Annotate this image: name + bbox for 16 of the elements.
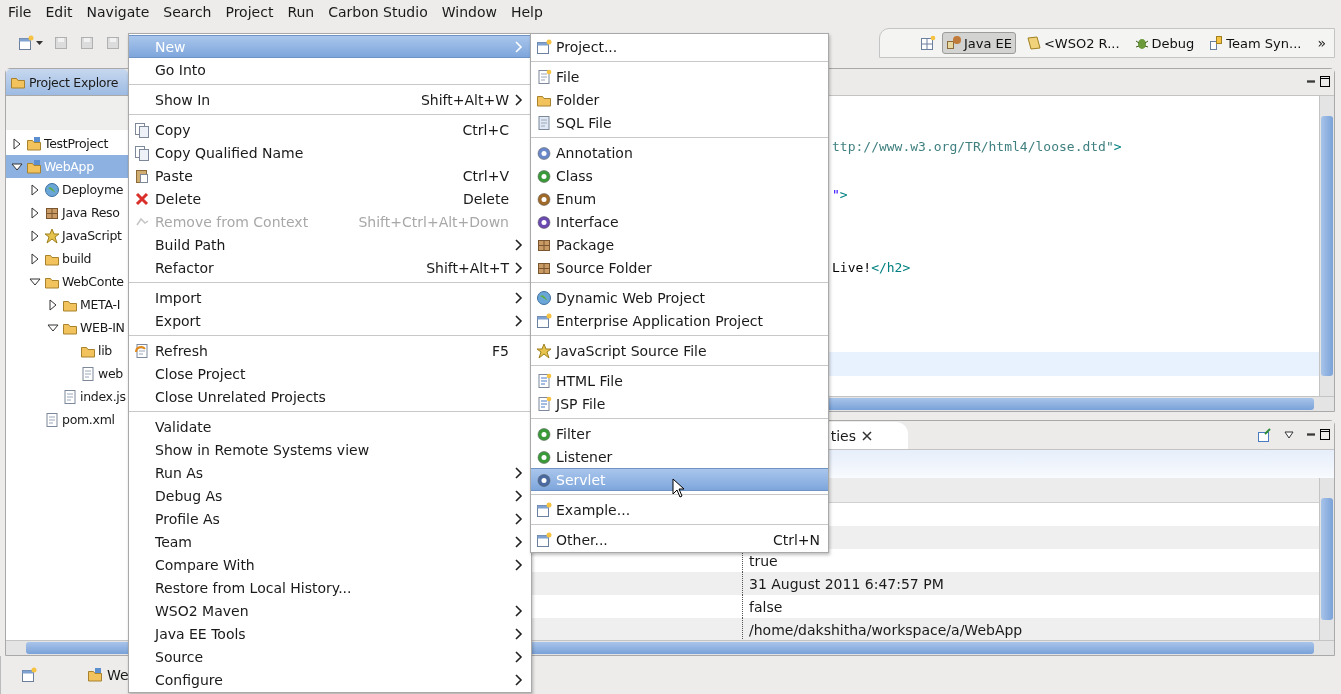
property-value: true bbox=[748, 552, 778, 569]
code-line: "> bbox=[832, 186, 848, 202]
code-line: ttp://www.w3.org/TR/html4/loose.dtd"> bbox=[832, 138, 1122, 154]
property-value: /home/dakshitha/workspace/a/WebApp bbox=[748, 621, 1023, 638]
keyboard-shortcut: Ctrl+V bbox=[462, 167, 510, 184]
status-text: We bbox=[107, 667, 129, 683]
keyboard-shortcut: F5 bbox=[492, 342, 510, 359]
property-value: 31 August 2011 6:47:57 PM bbox=[748, 575, 944, 592]
keyboard-shortcut: Shift+Ctrl+Alt+Down bbox=[358, 213, 510, 230]
keyboard-shortcut: Delete bbox=[463, 190, 510, 207]
code-line: Live!</h2> bbox=[832, 259, 911, 275]
keyboard-shortcut: Ctrl+N bbox=[772, 531, 821, 548]
keyboard-shortcut: Ctrl+C bbox=[462, 121, 510, 138]
keyboard-shortcut: Shift+Alt+W bbox=[420, 91, 510, 108]
keyboard-shortcut: Shift+Alt+T bbox=[426, 259, 510, 276]
property-value: false bbox=[748, 598, 783, 615]
